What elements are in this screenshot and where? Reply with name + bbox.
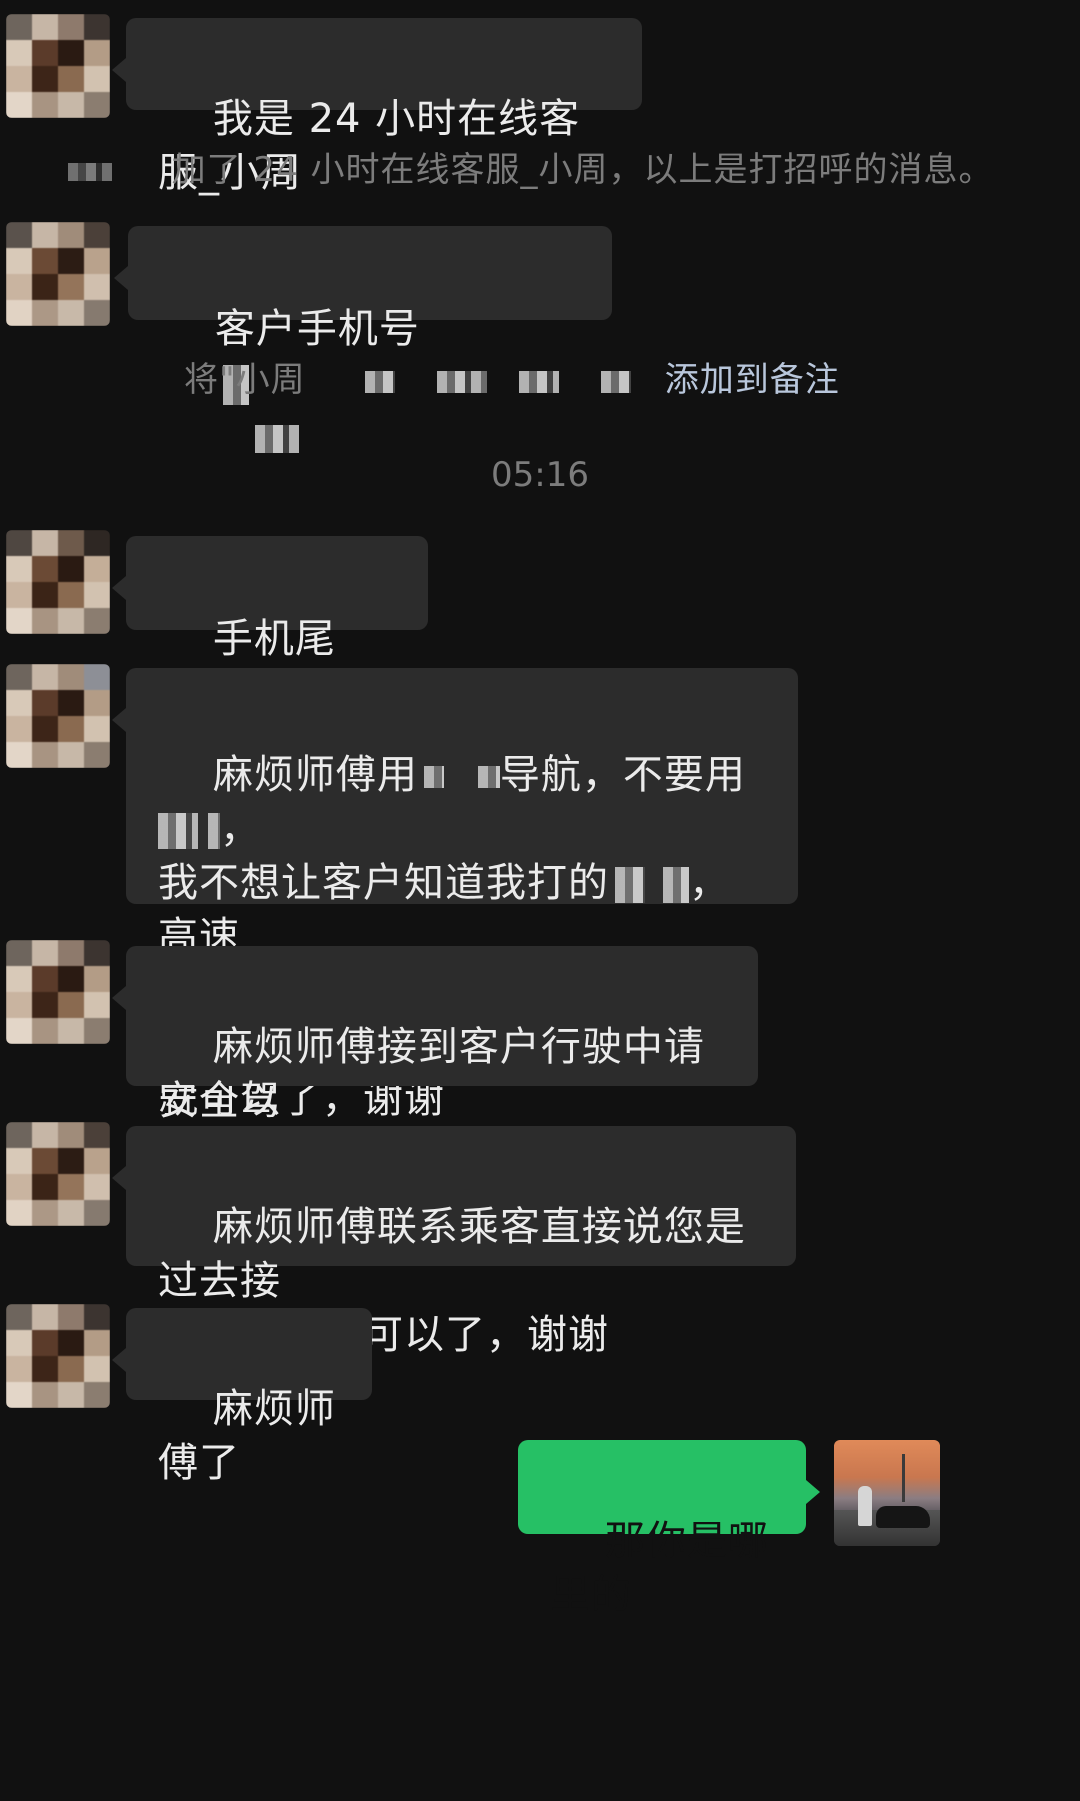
chat-window: 我是 24 小时在线客服_小周 加了 24 小时在线客服_小周，以上是打招呼的消… [0, 0, 1080, 1801]
redacted-block [365, 370, 396, 393]
timestamp: 05:16 [491, 455, 589, 495]
contact-avatar[interactable] [6, 530, 110, 634]
message-text: 麻烦师傅用 [212, 752, 418, 798]
added-notice-text: 加了 24 小时在线客服_小周，以上是打招呼的消息。 [171, 150, 994, 190]
contact-avatar[interactable] [6, 222, 110, 326]
message-text-part: 导航，不要用 [499, 752, 746, 798]
my-avatar[interactable] [834, 1440, 940, 1546]
message-text: 客户手机号 [214, 306, 420, 352]
incoming-message[interactable]: 我是 24 小时在线客服_小周 [112, 18, 642, 196]
remark-notice: 将"小周 添加到备注 [184, 352, 840, 401]
message-text: 麻烦师傅了 [158, 1386, 336, 1486]
message-text: 手机尾 [212, 616, 336, 662]
avatar-photo-detail [902, 1454, 905, 1502]
contact-avatar[interactable] [6, 940, 110, 1044]
contact-avatar[interactable] [6, 664, 110, 768]
person-icon [858, 1486, 872, 1526]
incoming-message[interactable]: 客户手机号 [114, 226, 612, 453]
redacted-block [615, 867, 645, 903]
car-icon [876, 1506, 930, 1528]
outgoing-message[interactable]: 那你是哪里的 [518, 1440, 820, 1618]
contact-avatar[interactable] [6, 1122, 110, 1226]
system-notice: 加了 24 小时在线客服_小周，以上是打招呼的消息。 [68, 142, 994, 191]
incoming-message[interactable]: 手机尾 [112, 536, 428, 757]
contact-avatar[interactable] [6, 14, 110, 118]
redacted-block [68, 162, 112, 181]
redacted-block [158, 813, 198, 849]
contact-avatar[interactable] [6, 1304, 110, 1408]
redacted-block [254, 425, 299, 453]
redacted-block [600, 370, 631, 393]
redacted-block [423, 766, 444, 788]
remark-prefix: 将"小周 [184, 360, 306, 400]
redacted-block [519, 370, 560, 393]
message-text: 那你是哪里的 [550, 1518, 769, 1618]
redacted-block [663, 867, 689, 903]
incoming-message[interactable]: 麻烦师傅接到客户行驶中请安全驾 驶，不要接打电话、玩手机 [112, 946, 758, 1178]
incoming-message[interactable]: 麻烦师傅联系乘客直接说您是过去接 他的司机就可以了，谢谢 [112, 1126, 796, 1358]
remark-link[interactable]: 添加到备注 [665, 360, 840, 400]
incoming-message[interactable]: 麻烦师傅了 [112, 1308, 372, 1486]
message-text-part: ， 我不想让客户知道我打的 [158, 806, 609, 906]
incoming-message[interactable]: 麻烦师傅用导航，不要用， 我不想让客户知道我打的，高速 费我这边付，等下添加上去… [112, 668, 798, 1122]
redacted-block [437, 370, 488, 393]
redacted-block [208, 813, 220, 849]
redacted-block [477, 766, 500, 788]
